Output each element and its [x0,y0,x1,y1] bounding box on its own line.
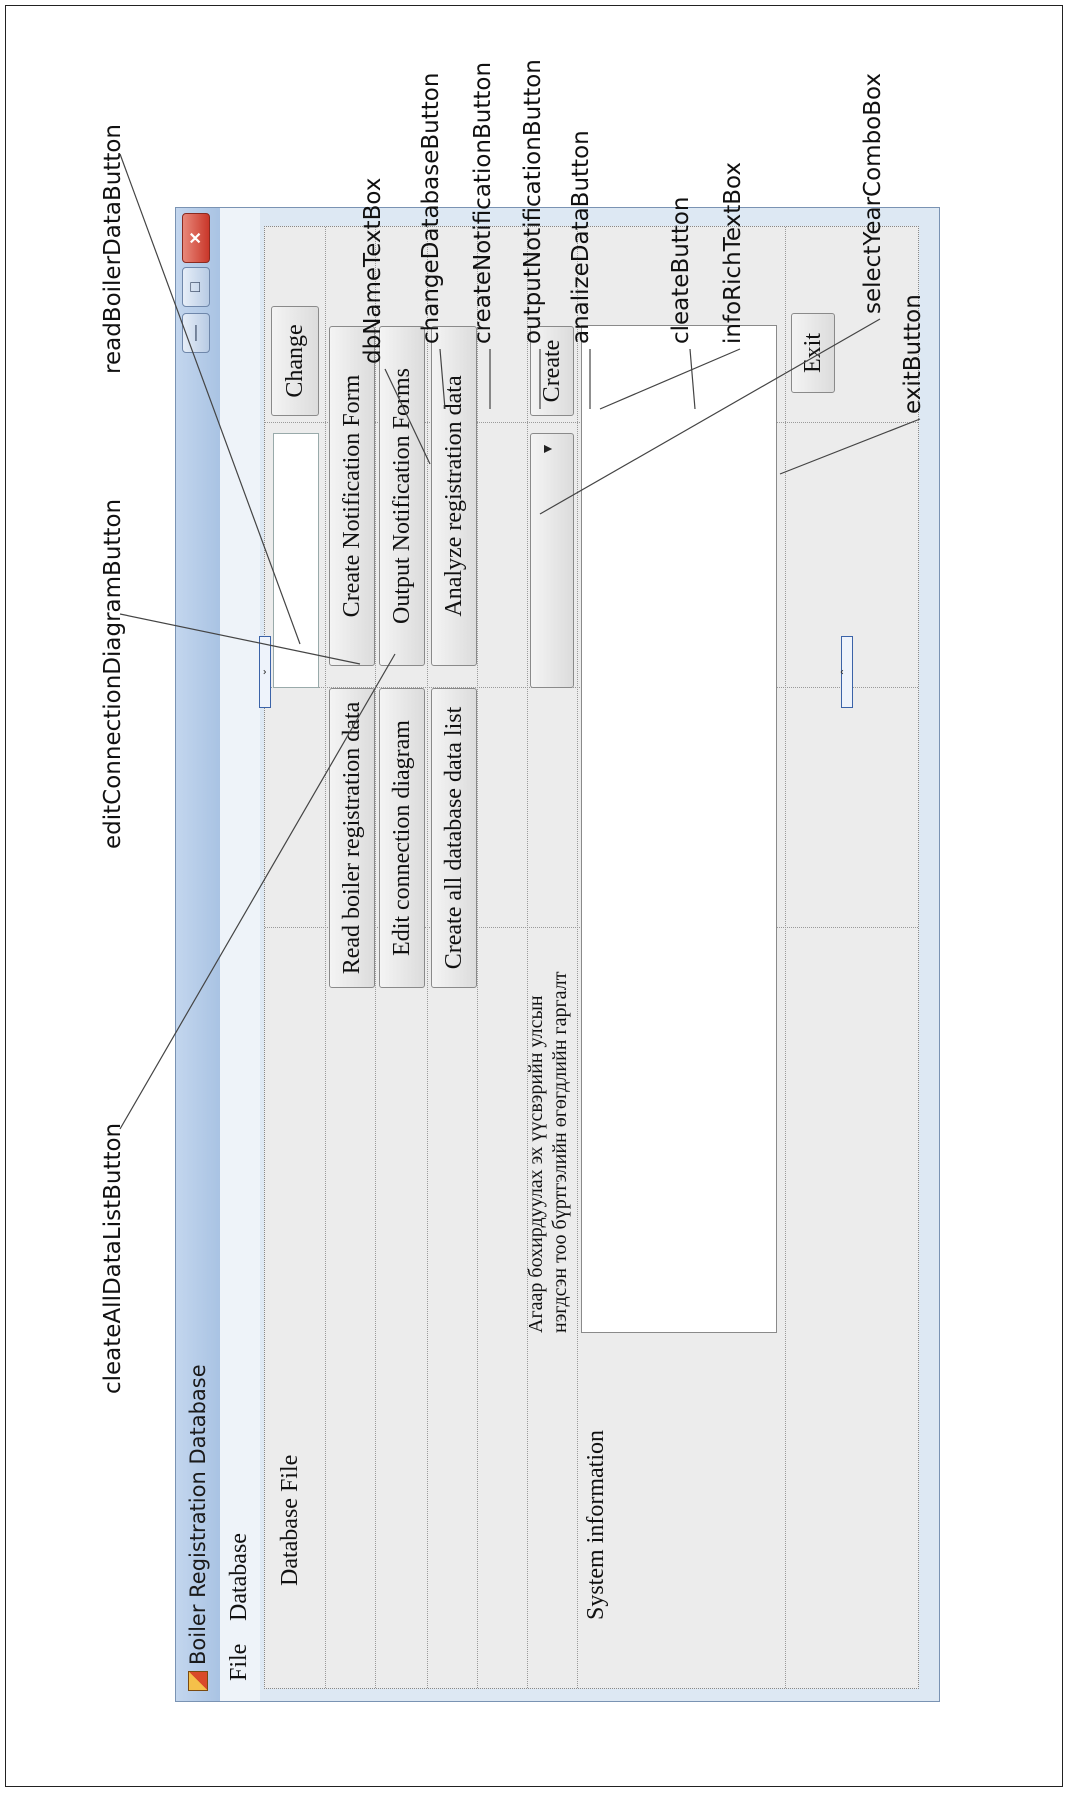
rotated-figure: Boiler Registration Database — □ ✕ File … [0,0,1070,1794]
table-layout-panel: Database File Change Read boiler registr… [258,226,919,1689]
designer-grip: ⌃ [840,636,853,708]
callout-read-boiler-data: readBoilerDataButton [100,124,126,374]
callout-exit-button: exitButton [900,294,926,414]
grid-line [577,227,578,1688]
grid-line [325,227,326,1688]
analyze-data-button[interactable]: Analyze registration data [431,326,477,666]
create-notification-button[interactable]: Create Notification Form [329,326,375,666]
callout-analize-data: analizeDataButton [568,130,594,344]
mongolian-label-line1: Агаар бохирдуулах эх үүсвэрийн улсын [525,995,547,1333]
callout-db-name-textbox: dbNameTextBox [360,177,386,364]
grid-line [527,227,528,1688]
system-information-label: System information [583,1430,609,1620]
callout-edit-connection-diagram: editConnectionDiagramButton [100,498,126,849]
database-file-label: Database File [277,1454,303,1586]
window-title: Boiler Registration Database [186,1364,210,1665]
callout-info-rich-textbox: infoRichTextBox [720,161,746,344]
maximize-button[interactable]: □ [182,267,210,307]
menu-file[interactable]: File [226,1644,253,1681]
callout-create-notification: createNotificationButton [470,61,496,344]
title-bar[interactable]: Boiler Registration Database — □ ✕ [176,208,221,1701]
grid-line [785,227,786,1688]
callout-cleate-all-data-list: cleateAllDataListButton [100,1122,126,1394]
edit-connection-diagram-button[interactable]: Edit connection diagram [379,688,425,988]
grid-line [477,227,478,1688]
grid-line [427,227,428,1688]
designer-grip: ⌄ [258,636,271,708]
db-name-textbox[interactable] [273,433,319,688]
chevron-down-icon: ▼ [539,442,555,456]
close-button[interactable]: ✕ [182,213,210,263]
change-database-button[interactable]: Change [271,306,319,416]
select-year-combobox[interactable]: ▼ [530,433,574,688]
read-boiler-data-button[interactable]: Read boiler registration data [329,688,375,988]
callout-cleate-button: cleateButton [668,196,694,345]
menu-bar: File Database [220,208,260,1701]
exit-button[interactable]: Exit [791,313,835,393]
grid-line [375,227,376,1688]
callout-output-notification: outputNotificationButton [520,59,546,344]
output-notification-button[interactable]: Output Notification Forms [379,326,425,666]
menu-database[interactable]: Database [226,1533,253,1621]
main-window: Boiler Registration Database — □ ✕ File … [175,207,940,1702]
create-all-data-list-button[interactable]: Create all database data list [431,688,477,988]
callout-select-year-combobox: selectYearComboBox [860,73,886,314]
mongolian-label-line2: нэгдсэн тоо бүртгэлийн өгөгдлийн гаргалт [549,971,571,1333]
callout-change-database: changeDatabaseButton [418,72,444,344]
info-rich-textbox[interactable] [581,325,777,1333]
minimize-button[interactable]: — [182,313,210,353]
app-icon [188,1671,208,1691]
